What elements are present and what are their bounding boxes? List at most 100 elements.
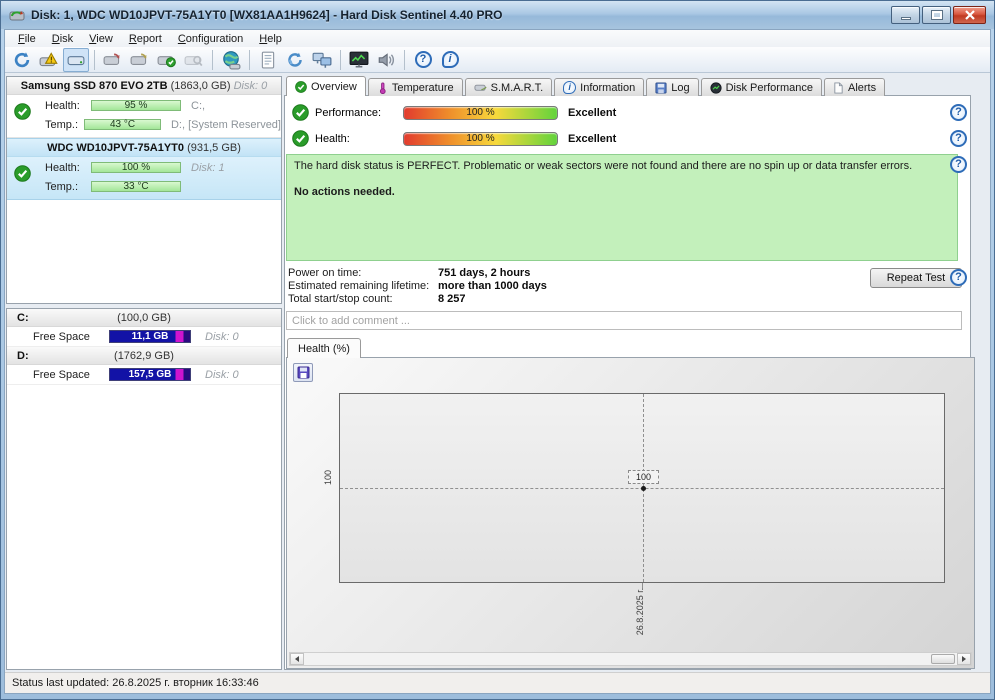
start-stop-count-label: Total start/stop count: bbox=[288, 293, 393, 305]
maximize-button[interactable] bbox=[922, 6, 951, 24]
x-axis-tick: 26.8.2025 г. bbox=[635, 588, 645, 636]
disk-number: Disk: 0 bbox=[233, 80, 268, 92]
report-icon[interactable] bbox=[255, 48, 281, 72]
toolbar-separator bbox=[212, 49, 213, 70]
help-glyph: ? bbox=[414, 51, 432, 68]
partition-free-row: Free Space 157,5 GB Disk: 0 bbox=[7, 365, 281, 385]
tab-label: Disk Performance bbox=[725, 81, 813, 94]
disk-entry-samsung[interactable]: Samsung SSD 870 EVO 2TB (1863,0 GB) Disk… bbox=[7, 77, 281, 138]
toolbar-separator bbox=[249, 49, 250, 70]
tab-overview[interactable]: Overview bbox=[286, 76, 366, 96]
title-bar[interactable]: Disk: 1, WDC WD10JPVT-75A1YT0 [WX81AA1H9… bbox=[1, 1, 994, 29]
disk-search-icon[interactable] bbox=[181, 48, 207, 72]
tab-information[interactable]: i Information bbox=[554, 78, 645, 96]
status-ok-icon bbox=[14, 165, 31, 182]
partition-list-panel: (100,0 GB) C: Free Space 11,1 GB Disk: 0… bbox=[6, 308, 282, 670]
health-bar: 100 % bbox=[91, 162, 181, 173]
health-bar: 95 % bbox=[91, 100, 181, 111]
disk-name: Samsung SSD 870 EVO 2TB bbox=[20, 80, 168, 92]
content-area: Samsung SSD 870 EVO 2TB (1863,0 GB) Disk… bbox=[5, 74, 990, 671]
menu-bar: File Disk View Report Configuration Help bbox=[5, 30, 990, 47]
menu-configuration[interactable]: Configuration bbox=[171, 32, 250, 46]
tab-label: Overview bbox=[311, 80, 357, 93]
sync-disk-icon[interactable] bbox=[282, 48, 308, 72]
status-text: The hard disk status is PERFECT. Problem… bbox=[294, 160, 913, 172]
chart-horizontal-scrollbar[interactable] bbox=[289, 652, 972, 666]
help-icon[interactable]: ? bbox=[410, 48, 436, 72]
tab-strip: Overview Temperature S.M.A.R.T. i Inform… bbox=[284, 76, 886, 96]
info-glyph: i bbox=[441, 51, 459, 68]
tab-label: Alerts bbox=[847, 81, 877, 94]
health-meter: 100 % bbox=[403, 131, 558, 146]
health-help-icon[interactable]: ? bbox=[950, 130, 967, 147]
menu-file[interactable]: File bbox=[11, 32, 43, 46]
performance-monitor-icon[interactable] bbox=[346, 48, 372, 72]
tab-disk-performance[interactable]: Disk Performance bbox=[700, 78, 822, 96]
menu-disk[interactable]: Disk bbox=[45, 32, 80, 46]
performance-label: Performance: bbox=[315, 106, 382, 119]
sound-icon[interactable] bbox=[373, 48, 399, 72]
free-space-value: 157,5 GB bbox=[128, 368, 172, 380]
disk-temp-row: Temp.: 43 °C D:, [System Reserved] bbox=[7, 116, 281, 133]
disk-performance-icon bbox=[709, 81, 722, 94]
partition-size: (100,0 GB) bbox=[117, 312, 171, 324]
info-icon[interactable]: i bbox=[437, 48, 463, 72]
partition-entry-c[interactable]: (100,0 GB) C: Free Space 11,1 GB Disk: 0 bbox=[7, 309, 281, 347]
performance-row: Performance: 100 % Excellent bbox=[292, 104, 616, 121]
toolbar: ? i bbox=[5, 47, 990, 73]
refresh-icon[interactable] bbox=[9, 48, 35, 72]
close-icon bbox=[964, 10, 975, 20]
repeat-test-button[interactable]: Repeat Test bbox=[870, 268, 962, 288]
repeat-test-help-icon[interactable]: ? bbox=[950, 269, 967, 286]
performance-help-icon[interactable]: ? bbox=[950, 104, 967, 121]
alerts-page-icon bbox=[834, 82, 843, 93]
free-space-bar: 11,1 GB bbox=[109, 330, 191, 343]
minimize-button[interactable] bbox=[891, 6, 920, 24]
disk-partitions-1: C:, bbox=[191, 99, 206, 112]
disk-alert-icon[interactable] bbox=[36, 48, 62, 72]
temp-value: 33 °C bbox=[123, 180, 149, 192]
menu-view[interactable]: View bbox=[82, 32, 120, 46]
health-label: Health: bbox=[315, 132, 350, 145]
tab-label: Log bbox=[671, 81, 690, 94]
free-space-value: 11,1 GB bbox=[131, 330, 169, 342]
remaining-lifetime-label: Estimated remaining lifetime: bbox=[288, 280, 430, 292]
status-help-icon[interactable]: ? bbox=[950, 156, 967, 173]
disk-status-box: The hard disk status is PERFECT. Problem… bbox=[286, 154, 958, 261]
scroll-left-arrow[interactable] bbox=[290, 653, 304, 665]
power-on-time-label: Power on time: bbox=[288, 267, 362, 279]
disk-entry-wdc[interactable]: WDC WD10JPVT-75A1YT0 (931,5 GB) Health: … bbox=[7, 138, 281, 200]
scrollbar-thumb[interactable] bbox=[931, 654, 955, 664]
disk-temp-row: Temp.: 33 °C bbox=[7, 178, 281, 195]
world-status-icon[interactable] bbox=[218, 48, 244, 72]
network-icon[interactable] bbox=[309, 48, 335, 72]
tab-label: Temperature bbox=[391, 81, 454, 94]
performance-ok-icon bbox=[292, 104, 309, 121]
partition-entry-d[interactable]: (1762,9 GB) D: Free Space 157,5 GB Disk:… bbox=[7, 347, 281, 385]
tab-smart[interactable]: S.M.A.R.T. bbox=[464, 78, 553, 96]
disk-partitions-2: D:, [System Reserved] bbox=[170, 118, 281, 131]
save-chart-button[interactable] bbox=[293, 363, 313, 382]
temp-label: Temp.: bbox=[45, 118, 79, 131]
free-space-label: Free Space bbox=[33, 368, 90, 381]
menu-help[interactable]: Help bbox=[252, 32, 289, 46]
tab-alerts[interactable]: Alerts bbox=[823, 78, 886, 96]
scroll-right-arrow[interactable] bbox=[957, 653, 971, 665]
information-icon: i bbox=[563, 81, 577, 94]
tab-log[interactable]: Log bbox=[646, 78, 699, 96]
partition-disk-number: Disk: 0 bbox=[205, 368, 239, 381]
disk-retest-icon[interactable] bbox=[127, 48, 153, 72]
window-title: Disk: 1, WDC WD10JPVT-75A1YT0 [WX81AA1H9… bbox=[31, 8, 503, 22]
thermometer-icon bbox=[379, 82, 386, 94]
left-arrow-icon bbox=[295, 656, 299, 662]
temp-bar: 33 °C bbox=[91, 181, 181, 192]
disk-detect-icon[interactable] bbox=[63, 47, 89, 72]
chart-tab-health[interactable]: Health (%) bbox=[287, 338, 361, 358]
disk-accept-icon[interactable] bbox=[154, 48, 180, 72]
menu-report[interactable]: Report bbox=[122, 32, 169, 46]
close-button[interactable] bbox=[953, 6, 986, 24]
tab-temperature[interactable]: Temperature bbox=[367, 78, 463, 96]
health-row: Health: 100 % Excellent bbox=[292, 130, 616, 147]
disk-remove-icon[interactable] bbox=[100, 48, 126, 72]
comment-input[interactable] bbox=[286, 311, 962, 330]
